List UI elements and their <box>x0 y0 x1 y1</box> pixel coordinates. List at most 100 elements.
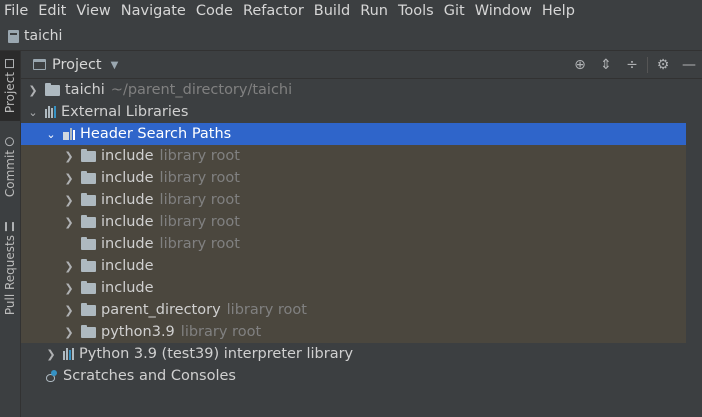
tree-item-python-interpreter[interactable]: ❯ Python 3.9 (test39) interpreter librar… <box>21 343 702 365</box>
library-root-hint: library root <box>159 214 240 230</box>
library-folder-icon <box>63 128 75 140</box>
library-icon <box>45 106 56 118</box>
project-tool-window: Project ▼ ⊕ ⇕ ÷ ⚙ — ❯ taichi ~/parent_di… <box>21 51 702 417</box>
tree-item-label: include <box>101 170 154 186</box>
tree-item-taichi[interactable]: ❯ taichi ~/parent_directory/taichi <box>21 79 692 101</box>
tree-item-label: python3.9 <box>101 324 175 340</box>
chevron-right-icon[interactable]: ❯ <box>63 304 75 317</box>
pull-request-icon <box>5 222 15 232</box>
tree-item-include[interactable]: ❯ include library root <box>21 189 702 211</box>
chevron-right-icon[interactable]: ❯ <box>45 348 57 361</box>
project-folder-icon <box>8 29 19 43</box>
folder-icon <box>81 171 96 184</box>
chevron-right-icon[interactable]: ❯ <box>63 260 75 273</box>
left-tool-strip: Project Commit Pull Requests <box>0 51 21 417</box>
tree-item-external-libraries[interactable]: ⌄ External Libraries <box>21 101 692 123</box>
menu-git[interactable]: Git <box>439 0 470 22</box>
menu-run[interactable]: Run <box>355 0 393 22</box>
tree-item-label: Header Search Paths <box>80 126 232 142</box>
gear-icon[interactable]: ⚙ <box>650 51 676 78</box>
project-name[interactable]: taichi <box>24 28 62 44</box>
project-view-selector[interactable]: Project <box>52 57 102 73</box>
library-root-hint: library root <box>159 192 240 208</box>
chevron-right-icon[interactable]: ❯ <box>63 172 75 185</box>
tree-item-include[interactable]: ❯ include library root <box>21 145 702 167</box>
chevron-right-icon[interactable]: ❯ <box>63 282 75 295</box>
tool-tab-pull-requests[interactable]: Pull Requests <box>0 219 20 319</box>
tree-item-include[interactable]: ❯ include library root <box>21 211 702 233</box>
menu-view[interactable]: View <box>71 0 115 22</box>
tool-tab-pull-requests-label: Pull Requests <box>3 235 17 316</box>
menu-edit[interactable]: Edit <box>33 0 71 22</box>
menu-build[interactable]: Build <box>309 0 355 22</box>
chevron-right-icon[interactable]: ❯ <box>63 194 75 207</box>
tree-scrollbar[interactable] <box>686 79 702 417</box>
folder-icon <box>81 215 96 228</box>
library-root-hint: library root <box>180 324 262 340</box>
folder-icon <box>81 325 96 338</box>
minimize-icon[interactable]: — <box>676 51 702 78</box>
menu-help[interactable]: Help <box>537 0 580 22</box>
commit-icon <box>5 136 15 146</box>
chevron-down-icon[interactable]: ▼ <box>111 60 119 71</box>
folder-icon <box>81 149 96 162</box>
tree-item-label: include <box>101 280 154 296</box>
chevron-right-icon[interactable]: ❯ <box>27 84 39 97</box>
tree-item-label: include <box>101 192 154 208</box>
folder-icon <box>81 237 96 250</box>
tree-item-parent-directory[interactable]: ❯ parent_directory library root <box>21 299 702 321</box>
scratches-icon <box>45 369 58 383</box>
folder-icon <box>45 83 60 96</box>
project-window-icon <box>33 59 46 70</box>
library-root-hint: library root <box>159 170 240 186</box>
tree-item-label: Python 3.9 (test39) interpreter library <box>79 346 354 362</box>
tree-item-label: include <box>101 258 154 274</box>
menu-navigate[interactable]: Navigate <box>116 0 191 22</box>
tree-item-python39[interactable]: ❯ python3.9 library root <box>21 321 702 343</box>
menu-tools[interactable]: Tools <box>393 0 439 22</box>
folder-icon <box>81 193 96 206</box>
tree-item-label: include <box>101 148 154 164</box>
tree-item-header-search-paths[interactable]: ⌄ Header Search Paths <box>21 123 702 145</box>
project-panel-header: Project ▼ ⊕ ⇕ ÷ ⚙ — <box>21 51 702 79</box>
tool-tab-commit[interactable]: Commit <box>0 131 20 203</box>
chevron-right-icon[interactable]: ❯ <box>63 326 75 339</box>
tree-item-label: External Libraries <box>61 104 189 120</box>
tool-tab-project[interactable]: Project <box>0 51 20 121</box>
menu-code[interactable]: Code <box>191 0 238 22</box>
chevron-right-icon[interactable]: ❯ <box>63 150 75 163</box>
library-root-hint: library root <box>159 148 240 164</box>
library-root-hint: library root <box>226 302 307 318</box>
menu-window[interactable]: Window <box>470 0 537 22</box>
collapse-all-icon[interactable]: ÷ <box>619 51 645 78</box>
tool-tab-commit-label: Commit <box>3 149 17 198</box>
python-library-icon <box>63 348 74 360</box>
tree-item-label: include <box>101 214 154 230</box>
tree-item-include[interactable]: ❯ include library root <box>21 167 702 189</box>
tree-item-path: ~/parent_directory/taichi <box>110 82 293 98</box>
chevron-down-icon[interactable]: ⌄ <box>45 128 57 141</box>
folder-icon <box>81 259 96 272</box>
chevron-down-icon[interactable]: ⌄ <box>27 106 39 119</box>
toolbar-divider <box>647 56 648 73</box>
tool-tab-project-label: Project <box>3 71 17 114</box>
menu-refactor[interactable]: Refactor <box>238 0 309 22</box>
tree-item-label: parent_directory <box>101 302 221 318</box>
tree-item-label: include <box>101 236 154 252</box>
tree-item-include[interactable]: ❯ include library root <box>21 233 702 255</box>
locate-target-icon[interactable]: ⊕ <box>567 51 593 78</box>
project-folder-icon <box>5 58 15 68</box>
navigation-bar: taichi <box>0 22 702 51</box>
chevron-right-icon[interactable]: ❯ <box>63 216 75 229</box>
library-root-hint: library root <box>159 236 240 252</box>
menu-file[interactable]: File <box>0 0 33 22</box>
tree-item-include[interactable]: ❯ include <box>21 255 702 277</box>
menu-bar: File Edit View Navigate Code Refactor Bu… <box>0 0 702 22</box>
expand-all-icon[interactable]: ⇕ <box>593 51 619 78</box>
tree-item-label: taichi <box>65 82 105 98</box>
tree-item-scratches[interactable]: Scratches and Consoles <box>21 365 702 387</box>
folder-icon <box>81 303 96 316</box>
folder-icon <box>81 281 96 294</box>
tree-item-label: Scratches and Consoles <box>63 368 236 384</box>
tree-item-include[interactable]: ❯ include <box>21 277 702 299</box>
